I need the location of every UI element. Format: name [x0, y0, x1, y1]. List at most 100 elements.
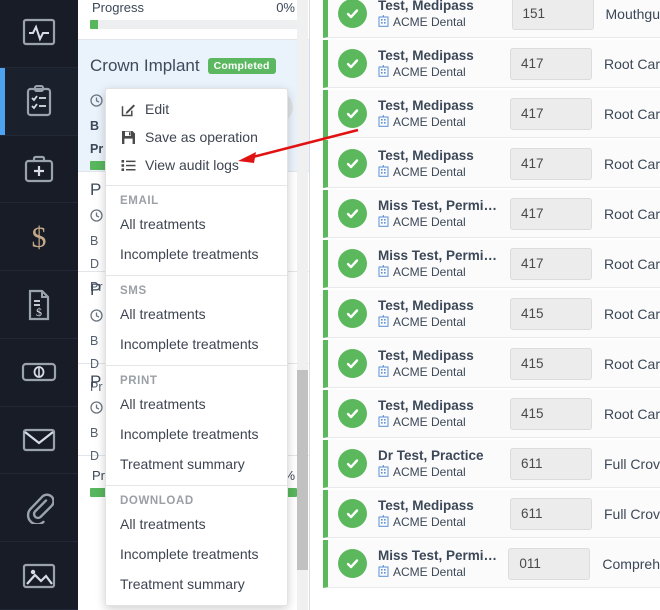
progress-row: Progress 0% [90, 0, 297, 15]
table-row[interactable]: Test, Medipass ACME Dental 417 Root Car [323, 40, 660, 88]
menu-item-print-treatment-summary[interactable]: Treatment summary [106, 449, 287, 479]
table-row[interactable]: Test, Medipass ACME Dental 611 Full Crov [323, 490, 660, 538]
status-check-icon [338, 99, 367, 128]
table-row[interactable]: Test, Medipass ACME Dental 151 Mouthgu [323, 0, 660, 38]
treatment-name: Root Car [603, 55, 660, 72]
patient-cell: Miss Test, Permi… ACME Dental [378, 198, 506, 230]
practice-building-icon [378, 364, 389, 380]
menu-group-heading-download: DOWNLOAD [120, 495, 194, 507]
sidebar-item-attachments[interactable] [0, 474, 78, 543]
treatment-name: Root Car [603, 305, 660, 322]
patient-cell: Miss Test, Permi… ACME Dental [378, 248, 506, 280]
treatment-code-field[interactable]: 417 [509, 197, 592, 230]
progress-label: Progress [92, 0, 145, 15]
practice-building-icon [378, 164, 389, 180]
treatment-code-field[interactable]: 151 [511, 0, 594, 30]
patient-name: Dr Test, Practice [378, 447, 484, 463]
menu-item-download-all-treatments[interactable]: All treatments [106, 509, 287, 539]
sidebar-item-payments[interactable] [0, 339, 78, 407]
menu-item-download-incomplete-treatments[interactable]: Incomplete treatments [106, 539, 287, 569]
sidebar-item-billing[interactable]: $ [0, 203, 78, 272]
practice-building-icon [378, 514, 389, 530]
treatment-code-field[interactable]: 415 [509, 397, 592, 430]
treatment-name: Root Car [603, 355, 660, 372]
status-check-icon [338, 0, 367, 28]
patient-cell: Test, Medipass ACME Dental [378, 98, 506, 130]
menu-item-sms-all-treatments[interactable]: All treatments [106, 299, 287, 329]
practice-building-icon [378, 114, 389, 130]
table-row[interactable]: Miss Test, Permi… ACME Dental 417 Root Car [323, 240, 660, 288]
status-check-icon [338, 49, 367, 78]
practice-name: ACME Dental [393, 315, 466, 329]
treatment-code-field[interactable]: 415 [509, 297, 592, 330]
sidebar-item-activity[interactable] [0, 0, 78, 68]
menu-divider [106, 365, 287, 366]
table-row[interactable]: Test, Medipass ACME Dental 415 Root Car [323, 290, 660, 338]
treatment-code-field[interactable]: 417 [509, 247, 592, 280]
treatment-code-field[interactable]: 011 [508, 547, 591, 580]
practice-name: ACME Dental [393, 15, 466, 29]
table-row[interactable]: Test, Medipass ACME Dental 415 Root Car [323, 390, 660, 438]
treatment-code-field[interactable]: 611 [509, 447, 592, 480]
patient-name: Test, Medipass [378, 97, 474, 113]
practice-building-icon [378, 564, 389, 580]
save-disk-icon [120, 130, 136, 145]
menu-item-view-audit-logs[interactable]: View audit logs [106, 151, 287, 179]
menu-item-save-as-operation[interactable]: Save as operation [106, 123, 287, 151]
menu-item-print-incomplete-treatments[interactable]: Incomplete treatments [106, 419, 287, 449]
banknote-icon [21, 360, 57, 384]
menu-item-print-all-treatments[interactable]: All treatments [106, 389, 287, 419]
status-check-icon [338, 299, 367, 328]
menu-item-download-treatment-summary[interactable]: Treatment summary [106, 569, 287, 599]
sidebar-item-invoices[interactable]: $ [0, 271, 78, 339]
patient-name: Miss Test, Permi… [378, 197, 498, 213]
treatment-code-field[interactable]: 417 [509, 47, 592, 80]
patient-name: Test, Medipass [378, 147, 474, 163]
treatment-code-field[interactable]: 415 [509, 347, 592, 380]
clock-icon [90, 401, 103, 417]
table-row[interactable]: Test, Medipass ACME Dental 415 Root Car [323, 340, 660, 388]
sidebar-item-treatments[interactable] [0, 67, 78, 136]
image-icon [22, 562, 56, 590]
treatment-card-above[interactable]: Progress 0% [78, 0, 309, 40]
status-check-icon [338, 199, 367, 228]
sidebar-item-messages[interactable] [0, 407, 78, 475]
table-row[interactable]: Test, Medipass ACME Dental 417 Root Car [323, 140, 660, 188]
table-row[interactable]: Test, Medipass ACME Dental 417 Root Car [323, 90, 660, 138]
practice-name: ACME Dental [393, 415, 466, 429]
sidebar-item-images[interactable] [0, 542, 78, 610]
menu-item-sms-incomplete-treatments[interactable]: Incomplete treatments [106, 329, 287, 359]
panel-scrollbar-thumb[interactable] [297, 370, 308, 570]
menu-item-edit[interactable]: Edit [106, 95, 287, 123]
clipboard-tasks-icon [25, 85, 53, 117]
practice-row: ACME Dental [378, 114, 506, 130]
status-check-icon [338, 149, 367, 178]
table-row[interactable]: Miss Test, Permi… ACME Dental 417 Root Car [323, 190, 660, 238]
paperclip-icon [24, 492, 54, 524]
treatment-code-field[interactable]: 417 [509, 97, 592, 130]
practice-name: ACME Dental [393, 565, 466, 579]
practice-name: ACME Dental [393, 465, 466, 479]
menu-group-heading-email: EMAIL [120, 195, 159, 207]
treatment-code-field[interactable]: 611 [509, 497, 592, 530]
menu-item-email-all-treatments[interactable]: All treatments [106, 209, 287, 239]
patient-cell: Test, Medipass ACME Dental [378, 398, 506, 430]
menu-item-email-incomplete-treatments[interactable]: Incomplete treatments [106, 239, 287, 269]
app-root: $ $ Progress 0% Crown Implant Completed … [0, 0, 660, 610]
activity-monitor-icon [22, 18, 56, 48]
patient-cell: Test, Medipass ACME Dental [378, 48, 506, 80]
practice-row: ACME Dental [378, 164, 506, 180]
treatment-name: Full Crov [603, 455, 660, 472]
treatment-name: Root Car [603, 405, 660, 422]
practice-row: ACME Dental [378, 364, 506, 380]
table-row[interactable]: Miss Test, Permi… ACME Dental 011 Compreh [323, 540, 660, 588]
treatment-code-field[interactable]: 417 [509, 147, 592, 180]
practice-building-icon [378, 264, 389, 280]
menu-item-label: Save as operation [145, 129, 258, 145]
booked-label: B [90, 119, 100, 133]
sidebar-item-clinical[interactable] [0, 136, 78, 204]
patient-cell: Test, Medipass ACME Dental [378, 498, 506, 530]
patient-name: Test, Medipass [378, 497, 474, 513]
table-row[interactable]: Dr Test, Practice ACME Dental 611 Full Crov [323, 440, 660, 488]
menu-divider [106, 275, 287, 276]
